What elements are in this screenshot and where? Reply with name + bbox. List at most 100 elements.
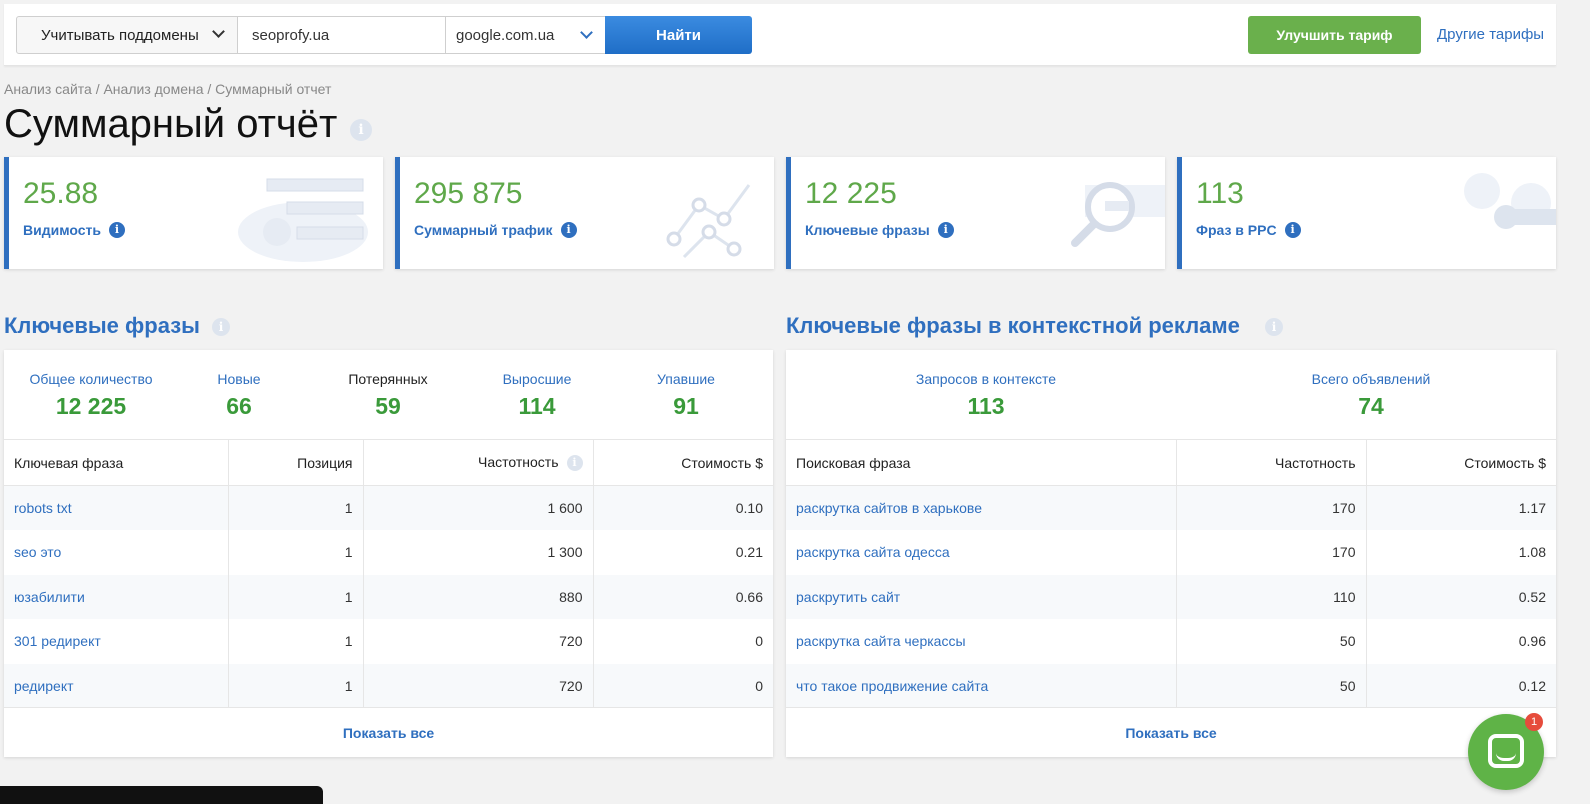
frequency-cell: 170 [1176,530,1367,575]
cost-cell: 0 [755,633,763,650]
keyword-link[interactable]: раскрутка сайтов в харькове [786,485,1177,530]
traffic-label: Суммарный трафик i [414,222,577,238]
position-cell: 1 [228,619,364,664]
frequency-cell: 170 [1176,485,1367,530]
keywords-table: Ключевая фраза Позиция Частотность i Стои… [4,439,773,708]
cost-cell: 0 [593,663,773,708]
stat-label: Выросшие [502,371,572,387]
show-all-keywords-button[interactable]: Показать все [4,707,773,757]
search-engine-select[interactable]: google.com.ua [446,16,606,54]
keyword-link[interactable]: раскрутка сайта черкассы [786,619,1177,664]
stat-grown[interactable]: Выросшие 114 [482,371,592,420]
stat-label: Общее количество [29,371,153,387]
info-icon[interactable]: i [1284,222,1301,238]
position-cell: 1 [228,663,364,708]
cost-cell: 0.52 [1366,574,1556,619]
cost-cell: 0.12 [1366,663,1556,708]
table-row: 301 редирект 1 720 0 [4,619,773,664]
ppc-label: Фраз в PPC i [1196,222,1301,238]
stat-value: 74 [1358,393,1384,419]
stat-value: 12 225 [55,393,127,419]
keywords-card[interactable]: 12 225 Ключевые фразы i [786,157,1165,269]
keyword-link[interactable]: что такое продвижение сайта [786,663,1177,708]
stat-dropped[interactable]: Упавшие 91 [631,371,741,420]
magnifier-illustration-icon [1071,182,1165,247]
breadcrumb: Анализ сайта / Анализ домена / Суммарный… [4,81,332,97]
info-icon[interactable]: i [937,222,954,238]
stat-total-ads[interactable]: Всего объявлений 74 [1281,371,1461,420]
column-header-phrase[interactable]: Ключевая фраза [4,439,229,486]
table-row: раскрутка сайтов в харькове 170 1.17 [786,485,1556,530]
line-chart-illustration-icon [666,184,751,259]
frequency-cell: 50 [1176,663,1367,708]
frequency-cell: 1 300 [363,530,594,575]
card-label: Фраз в PPC [1196,222,1277,238]
frequency-cell: 1 600 [363,485,594,530]
info-icon[interactable]: i [566,455,583,472]
column-header-phrase[interactable]: Поисковая фраза [786,439,1177,486]
info-icon[interactable]: i [1265,318,1283,336]
table-row: seo это 1 1 300 0.21 [4,530,773,575]
frequency-cell: 110 [1176,574,1367,619]
info-icon[interactable]: i [350,119,372,141]
keyword-link[interactable]: robots txt [4,485,229,530]
stat-context-queries[interactable]: Запросов в контексте 113 [896,371,1076,420]
table-row: раскрутка сайта одесса 170 1.08 [786,530,1556,575]
info-icon[interactable]: i [560,222,577,238]
search-bar: Учитывать поддомены seoprofy.ua google.c… [4,4,1556,66]
stat-value: 114 [518,393,556,419]
column-header-position[interactable]: Позиция [228,439,364,486]
column-header-frequency[interactable]: Частотность i [363,439,594,486]
ppc-table: Поисковая фраза Частотность Стоимость $ … [786,439,1556,708]
column-header-label: Частотность [478,453,559,470]
stat-value: 59 [375,393,401,419]
traffic-card[interactable]: 295 875 Суммарный трафик i [395,157,774,269]
keyword-link[interactable]: редирект [4,663,229,708]
domain-input[interactable]: seoprofy.ua [238,16,446,54]
chevron-down-icon [580,26,593,39]
stat-label: Потерянных [348,371,428,387]
ppc-card[interactable]: 113 Фраз в PPC i [1177,157,1556,269]
table-header-row: Ключевая фраза Позиция Частотность i Стои… [4,439,773,486]
info-icon[interactable]: i [212,318,230,336]
table-row: robots txt 1 1 600 0.10 [4,485,773,530]
keywords-section-title: Ключевые фразы [4,313,200,338]
keyword-link[interactable]: seo это [4,530,229,575]
find-button[interactable]: Найти [605,16,752,54]
info-icon[interactable]: i [109,222,125,238]
position-cell: 1 [228,485,364,530]
keywords-panel: Общее количество 12 225 Новые 66 Потерян… [4,350,773,757]
column-header-cost[interactable]: Стоимость $ [593,439,773,486]
ppc-panel: Запросов в контексте 113 Всего объявлени… [786,350,1556,757]
cost-cell: 1.17 [1366,485,1556,530]
keyword-link[interactable]: раскрутка сайта одесса [786,530,1177,575]
frequency-cell: 720 [363,663,594,708]
visibility-illustration-icon [238,178,368,262]
cost-cell: 0.66 [593,574,773,619]
other-plans-link[interactable]: Другие тарифы [1437,26,1544,43]
keyword-link[interactable]: юзабилити [4,574,229,619]
subdomains-label: Учитывать поддомены [41,26,199,44]
frequency-cell: 720 [363,619,594,664]
table-row: раскрутка сайта черкассы 50 0.96 [786,619,1556,664]
upgrade-plan-button[interactable]: Улучшить тариф [1248,16,1421,54]
stat-label: Запросов в контексте [915,371,1057,387]
chevron-down-icon [212,25,225,38]
stat-new[interactable]: Новые 66 [189,371,289,420]
keyword-link[interactable]: 301 редирект [4,619,229,664]
table-row: что такое продвижение сайта 50 0.12 [786,663,1556,708]
stat-total[interactable]: Общее количество 12 225 [16,371,166,420]
frequency-cell: 50 [1176,619,1367,664]
frequency-cell: 880 [363,574,594,619]
domain-value: seoprofy.ua [252,26,330,44]
keyword-link[interactable]: раскрутить сайт [786,574,1177,619]
column-header-frequency[interactable]: Частотность [1176,439,1367,486]
column-header-cost[interactable]: Стоимость $ [1366,439,1556,486]
stat-lost: Потерянных 59 [328,371,448,420]
visibility-card[interactable]: 25.88 Видимость i [4,157,383,269]
show-all-ppc-button[interactable]: Показать все [786,707,1556,757]
stat-label: Новые [217,371,261,387]
cost-cell: 0.10 [593,485,773,530]
visibility-value: 25.88 [23,177,99,210]
subdomains-dropdown[interactable]: Учитывать поддомены [16,16,238,54]
